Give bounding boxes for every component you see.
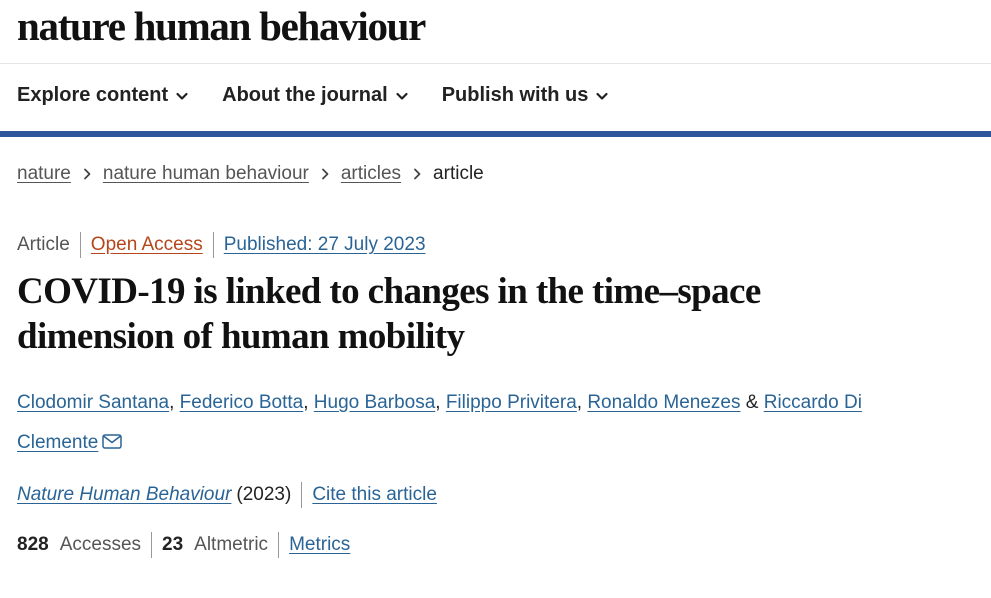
cite-article-link[interactable]: Cite this article <box>312 484 437 506</box>
article-meta: Article Open Access Published: 27 July 2… <box>17 232 426 258</box>
nav-about-journal[interactable]: About the journal <box>222 84 410 107</box>
header-divider <box>0 63 991 64</box>
breadcrumb-current: article <box>433 163 484 184</box>
author-separator: , <box>576 392 588 413</box>
journal-info: Nature Human Behaviour (2023) Cite this … <box>17 482 437 508</box>
main-nav: Explore content About the journal Publis… <box>17 84 642 107</box>
altmetric-label: Altmetric <box>194 534 269 555</box>
chevron-right-icon <box>83 168 91 180</box>
divider <box>151 532 153 558</box>
article-type: Article <box>17 234 70 255</box>
breadcrumb-link-articles[interactable]: articles <box>341 163 401 185</box>
divider <box>212 232 214 258</box>
journal-name-link[interactable]: Nature Human Behaviour <box>17 484 231 506</box>
divider <box>79 232 81 258</box>
divider <box>301 482 303 508</box>
divider <box>278 532 280 558</box>
chevron-right-icon <box>414 168 421 180</box>
author-separator: & <box>740 392 764 413</box>
chevron-down-icon <box>396 92 408 100</box>
breadcrumb-link-journal[interactable]: nature human behaviour <box>103 163 309 185</box>
open-access-link[interactable]: Open Access <box>91 234 203 256</box>
journal-logo[interactable]: nature human behaviour <box>17 2 426 50</box>
chevron-right-icon <box>321 168 329 180</box>
author-link[interactable]: Federico Botta <box>180 392 304 413</box>
nav-publish-with-us[interactable]: Publish with us <box>442 84 611 107</box>
author-separator: , <box>169 392 180 413</box>
author-link[interactable]: Ronaldo Menezes <box>587 392 740 413</box>
mail-icon[interactable] <box>102 434 123 449</box>
author-link[interactable]: Hugo Barbosa <box>314 392 435 413</box>
author-list: Clodomir Santana, Federico Botta, Hugo B… <box>17 383 917 463</box>
nav-label: Explore content <box>17 84 169 106</box>
breadcrumb: nature nature human behaviour articles a… <box>17 163 484 185</box>
altmetric-count: 23 <box>162 534 184 555</box>
accesses-count: 828 <box>17 534 49 555</box>
breadcrumb-link-nature[interactable]: nature <box>17 163 71 185</box>
chevron-down-icon <box>176 92 188 100</box>
metrics-link[interactable]: Metrics <box>289 534 350 556</box>
accesses-label: Accesses <box>59 534 142 555</box>
author-link[interactable]: Filippo Privitera <box>446 392 577 413</box>
chevron-down-icon <box>596 92 608 100</box>
author-separator: , <box>435 392 446 413</box>
journal-year: (2023) <box>236 484 292 505</box>
nav-label: About the journal <box>222 84 388 106</box>
article-metrics: 828 Accesses 23 Altmetric Metrics <box>17 532 350 558</box>
published-date-link[interactable]: Published: 27 July 2023 <box>224 234 426 256</box>
author-link[interactable]: Clodomir Santana <box>17 392 169 413</box>
accent-bar <box>0 131 991 137</box>
nav-explore-content[interactable]: Explore content <box>17 84 190 107</box>
nav-label: Publish with us <box>441 84 589 106</box>
article-title: COVID-19 is linked to changes in the tim… <box>17 271 761 357</box>
author-separator: , <box>303 392 314 413</box>
